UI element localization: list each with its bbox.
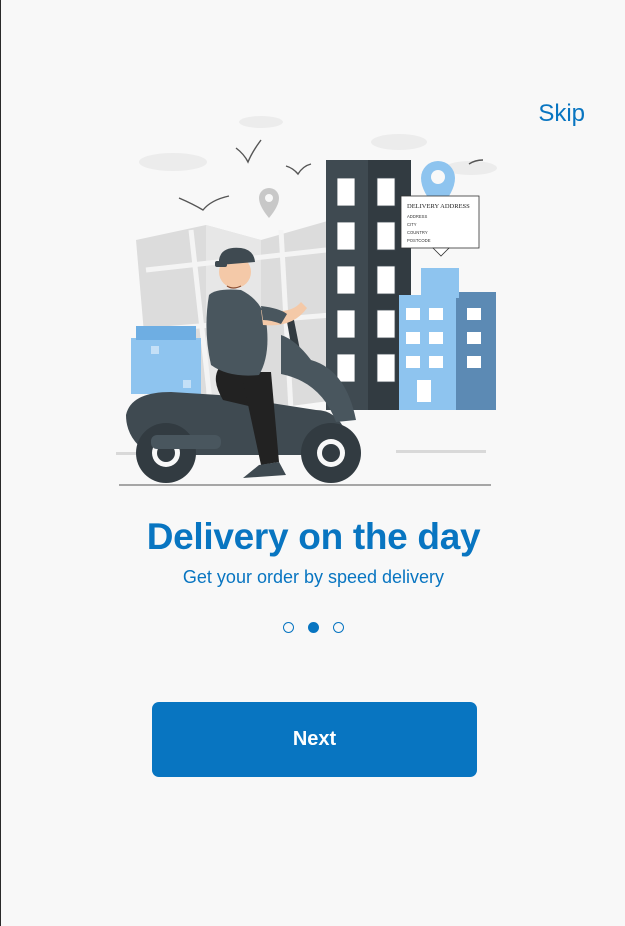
package-boxes — [131, 326, 201, 394]
next-button[interactable]: Next — [152, 702, 477, 777]
address-card: DELIVERY ADDRESS ADDRESS CITY COUNTRY PO… — [400, 195, 480, 257]
svg-text:ADDRESS: ADDRESS — [407, 214, 427, 219]
svg-text:CITY: CITY — [407, 222, 417, 227]
pagination-dot-2-active[interactable] — [308, 622, 319, 633]
page-subtitle: Get your order by speed delivery — [182, 567, 445, 587]
map-pin-gray — [259, 188, 279, 218]
pagination-dots — [1, 622, 625, 633]
onboarding-screen: Skip DELIVERY ADDRESS ADDRESS CITY COUNT… — [0, 0, 625, 926]
pagination-dot-1[interactable] — [283, 622, 294, 633]
delivery-illustration: DELIVERY ADDRESS ADDRESS CITY COUNTRY PO… — [116, 116, 497, 486]
pagination-dot-3[interactable] — [333, 622, 344, 633]
building-dark — [326, 160, 411, 410]
building-blue — [399, 268, 496, 410]
address-card-heading: DELIVERY ADDRESS — [407, 203, 470, 210]
svg-text:POSTCODE: POSTCODE — [407, 238, 431, 243]
svg-text:COUNTRY: COUNTRY — [407, 230, 428, 235]
page-title: Delivery on the day — [146, 516, 481, 557]
skip-button[interactable]: Skip — [538, 100, 585, 128]
